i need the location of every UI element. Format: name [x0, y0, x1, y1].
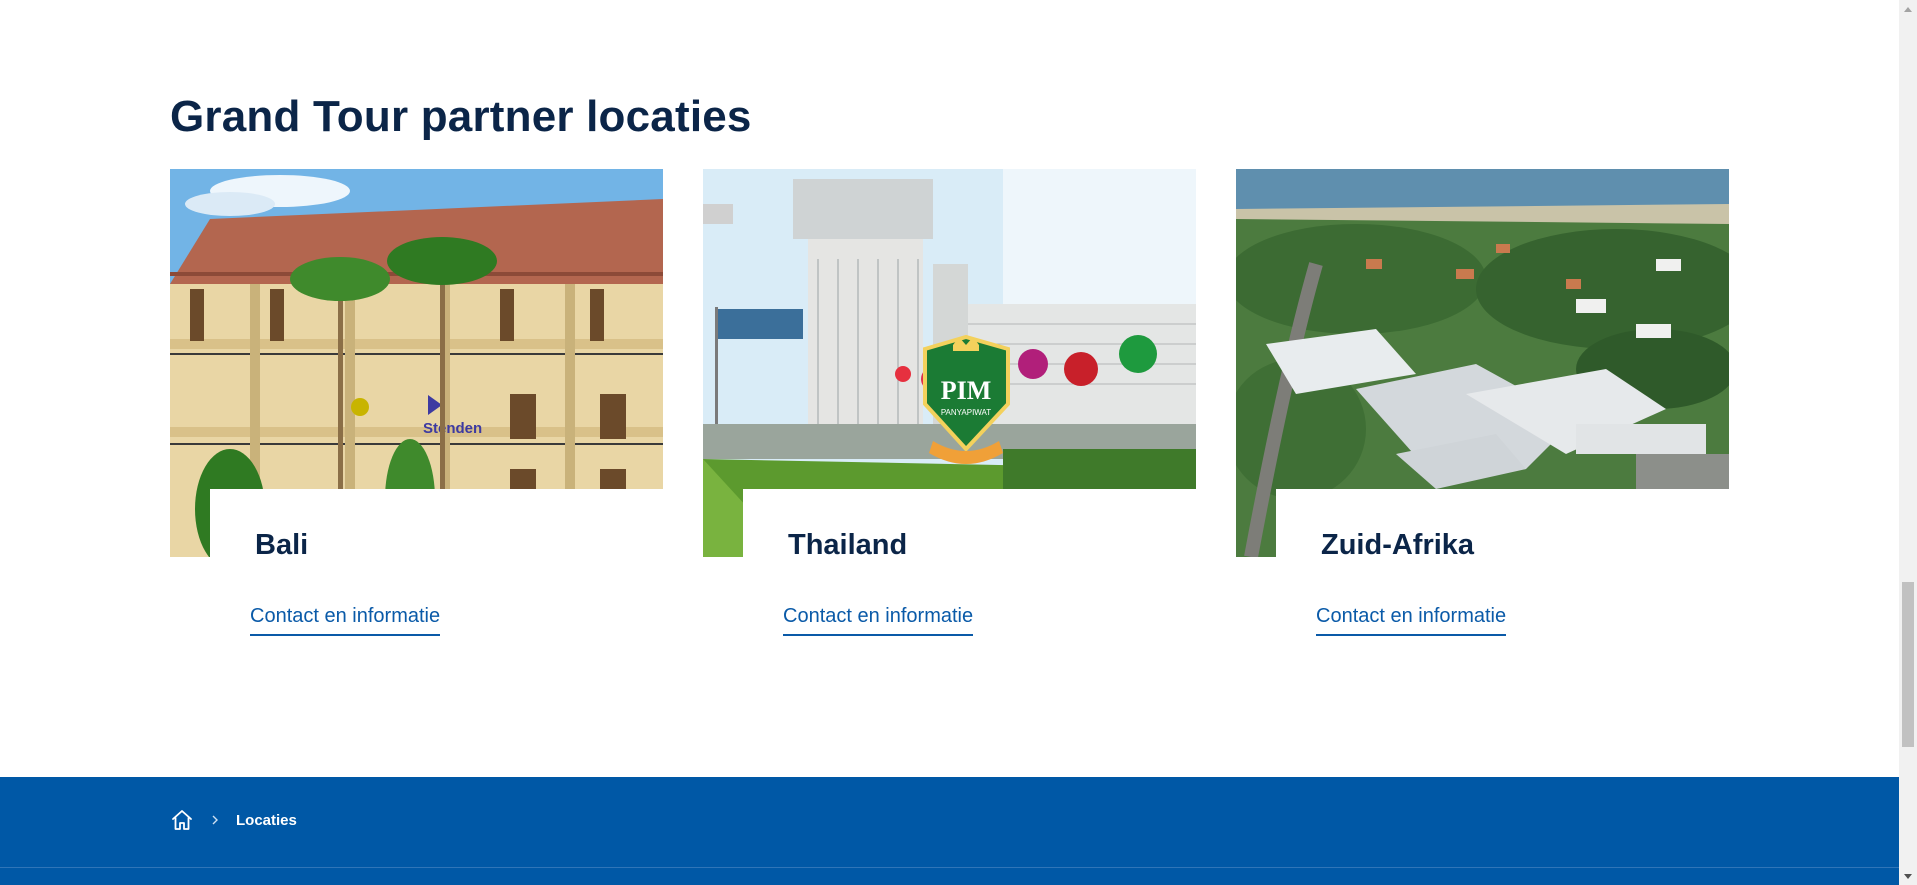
contact-info-link-thailand[interactable]: Contact en informatie [783, 605, 974, 636]
location-name: Zuid-Afrika [1321, 529, 1475, 561]
svg-text:PANYAPIWAT: PANYAPIWAT [941, 408, 991, 417]
svg-text:Stenden: Stenden [423, 420, 482, 437]
breadcrumb-current: Locaties [236, 811, 297, 829]
scroll-up-arrow[interactable] [1899, 0, 1917, 17]
card-panel-zuid-afrika: Zuid-Afrika Contact en informatie [1276, 489, 1729, 649]
card-panel-thailand: Thailand Contact en informatie [743, 489, 1196, 649]
location-card-bali: Stenden Bali Contact en informatie [170, 169, 663, 649]
location-card-thailand: PIM PANYAPIWAT Thailand Contact en infor… [703, 169, 1196, 649]
location-card-zuid-afrika: Zuid-Afrika Contact en informatie [1236, 169, 1729, 649]
page: Grand Tour partner locaties Stenden Bali… [0, 0, 1899, 885]
section-title: Grand Tour partner locaties [170, 92, 752, 141]
breadcrumb: Locaties [170, 807, 297, 833]
caret-up-icon [1904, 6, 1912, 12]
svg-text:PIM: PIM [941, 376, 992, 405]
breadcrumb-bar: Locaties [0, 777, 1899, 885]
scroll-down-arrow[interactable] [1899, 868, 1917, 885]
vertical-scrollbar[interactable] [1899, 0, 1917, 885]
footer-divider [0, 867, 1899, 868]
contact-info-link-zuid-afrika[interactable]: Contact en informatie [1316, 605, 1507, 636]
chevron-right-icon [212, 815, 218, 825]
caret-down-icon [1904, 873, 1912, 879]
home-icon[interactable] [170, 808, 194, 832]
location-name: Bali [255, 529, 309, 561]
card-panel-bali: Bali Contact en informatie [210, 489, 663, 649]
scrollbar-thumb[interactable] [1902, 582, 1914, 747]
location-name: Thailand [788, 529, 908, 561]
contact-info-link-bali[interactable]: Contact en informatie [250, 605, 441, 636]
